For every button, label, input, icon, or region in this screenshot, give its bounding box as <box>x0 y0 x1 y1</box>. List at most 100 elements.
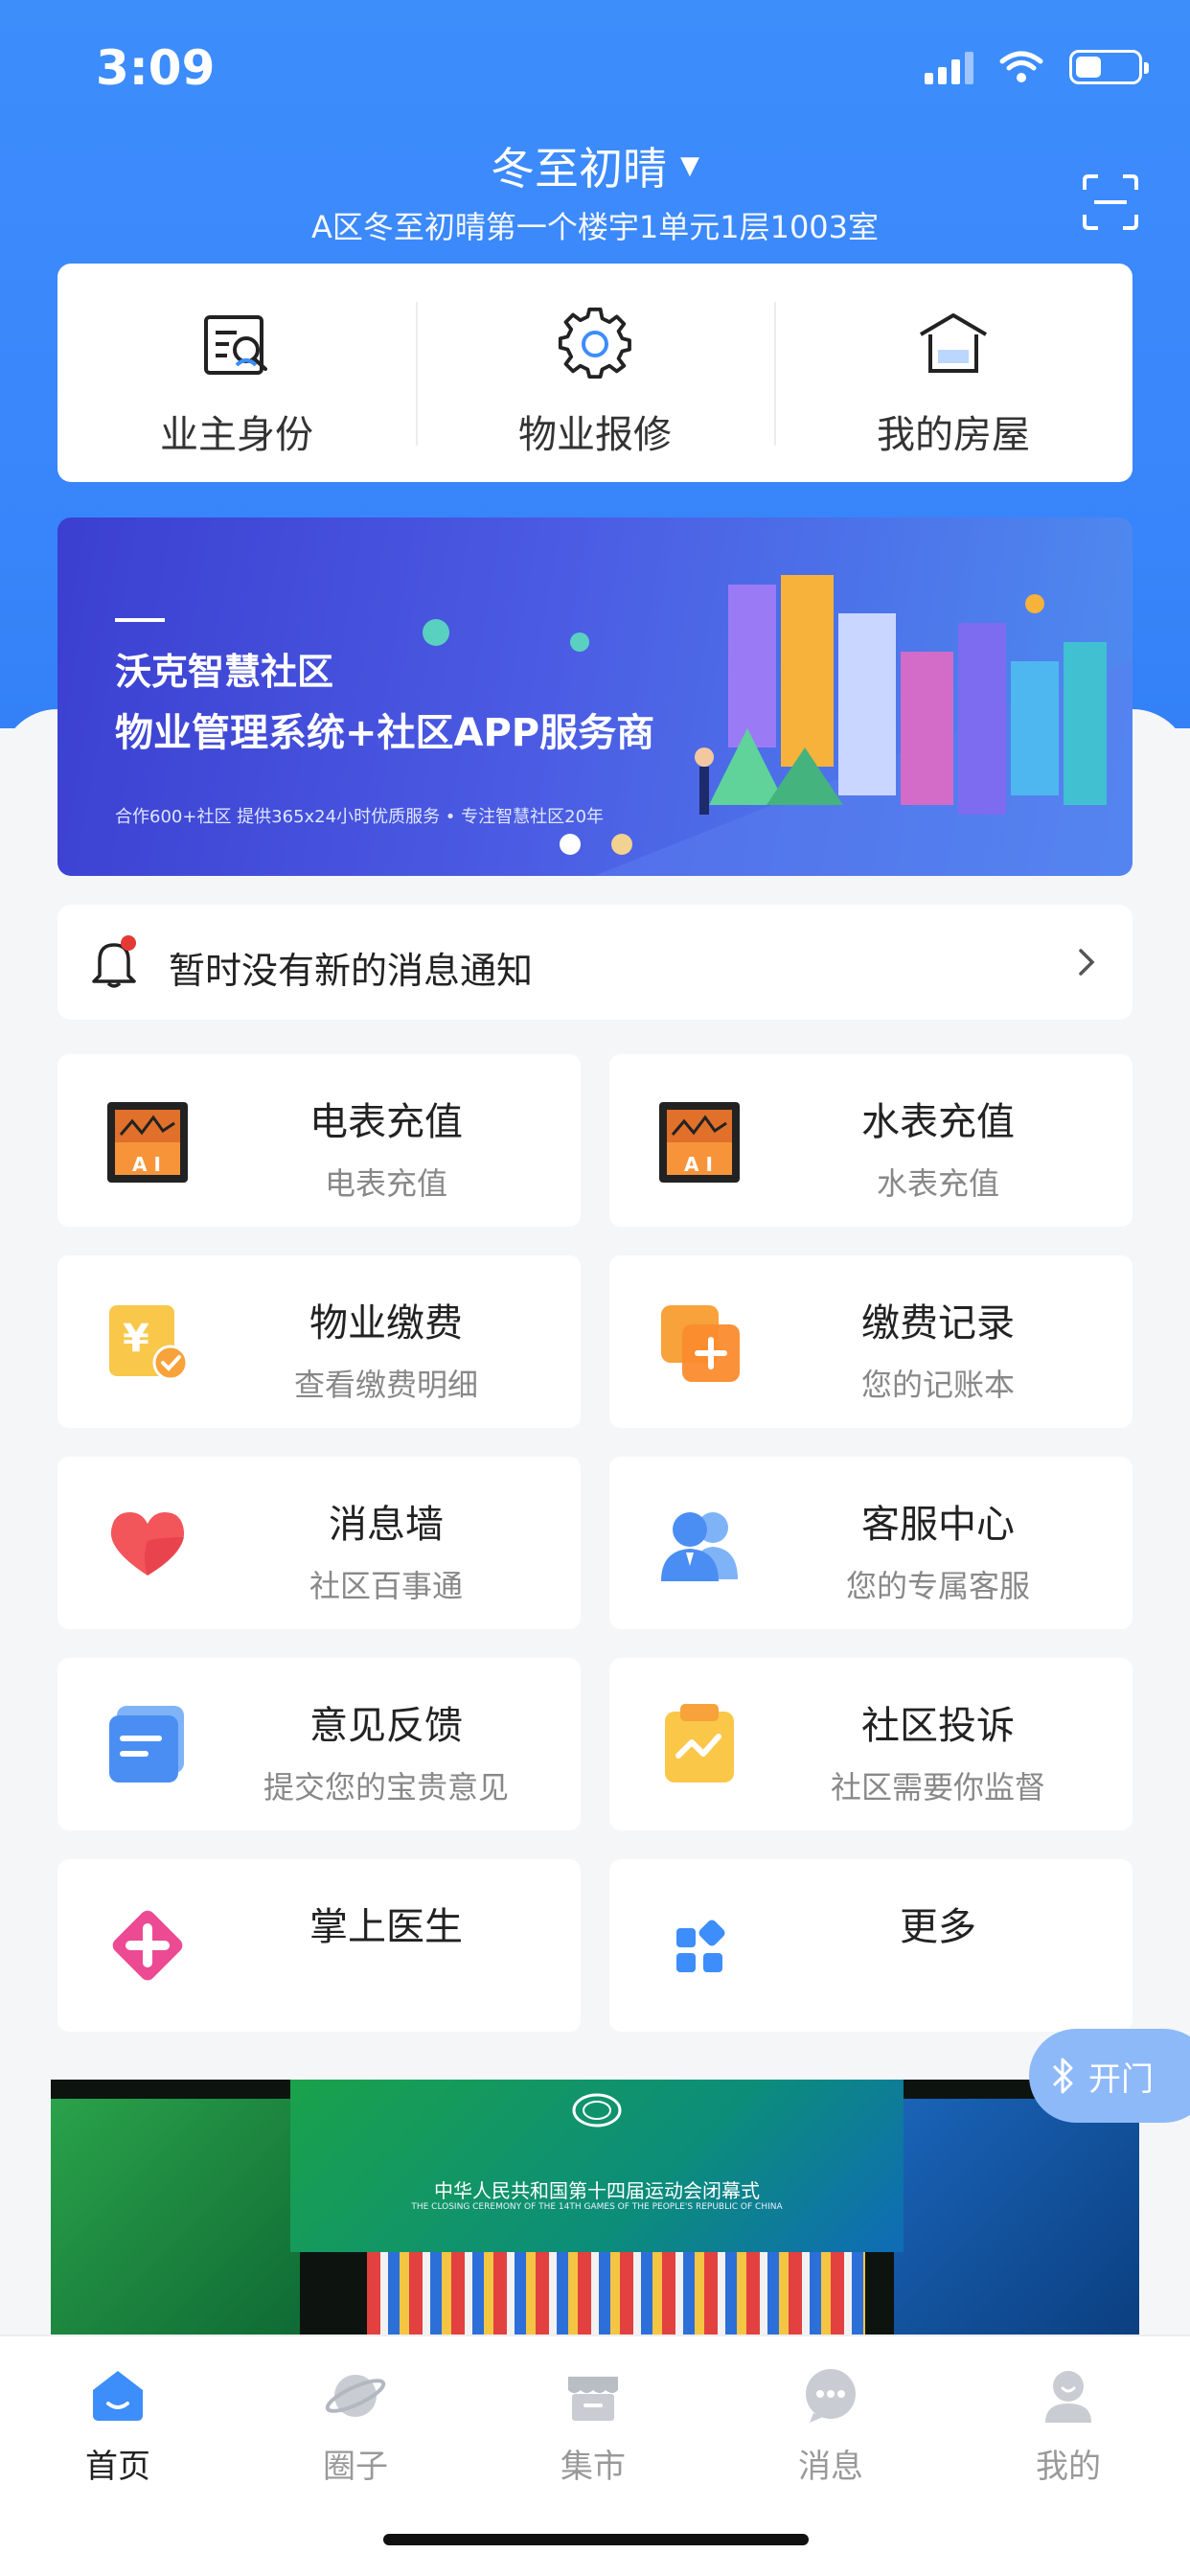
service-payment-records[interactable]: 缴费记录 您的记账本 <box>609 1255 1133 1428</box>
video-title: 中华人民共和国第十四届运动会闭幕式 <box>434 2179 760 2202</box>
home-icon <box>93 2371 143 2421</box>
status-bar: 3:09 <box>0 0 1190 134</box>
address-text: A区冬至初晴第一个楼宇1单元1层1003室 <box>310 209 880 245</box>
service-electric-recharge[interactable]: A I 电表充值 电表充值 <box>57 1054 581 1227</box>
banner-title: 沃克智慧社区 <box>115 651 334 693</box>
quick-actions-card: 业主身份 物业报修 我的房屋 <box>57 264 1133 482</box>
house-icon <box>919 313 988 373</box>
quick-action-label: 物业报修 <box>518 413 672 457</box>
banner-decor-line <box>115 618 165 622</box>
chevron-right-icon <box>1079 949 1095 976</box>
tab-market[interactable]: 集市 <box>516 2365 670 2487</box>
tab-label: 我的 <box>1036 2448 1101 2486</box>
meter-icon: A I <box>107 1102 188 1183</box>
promo-banner[interactable]: 沃克智慧社区 物业管理系统+社区APP服务商 合作600+社区 提供365x24… <box>57 518 1133 876</box>
record-plus-icon <box>661 1305 740 1382</box>
service-subtitle: 电表充值 <box>324 1165 447 1202</box>
stage-screen-left <box>51 2099 300 2338</box>
tab-label: 消息 <box>798 2448 863 2486</box>
yen-check-icon: ¥ <box>109 1305 189 1381</box>
banner-dot[interactable] <box>611 834 632 855</box>
community-name: 冬至初晴 <box>491 143 667 195</box>
video-subtitle: THE CLOSING CEREMONY OF THE 14TH GAMES O… <box>411 2202 783 2212</box>
service-title: 电表充值 <box>309 1100 463 1144</box>
bluetooth-icon <box>1052 2058 1073 2094</box>
service-property-fee[interactable]: ¥ 物业缴费 查看缴费明细 <box>57 1255 581 1428</box>
games-emblem-icon <box>572 2093 622 2128</box>
svg-text:A I: A I <box>132 1153 161 1176</box>
status-time: 3:09 <box>96 40 216 96</box>
clipboard-icon <box>665 1704 734 1782</box>
home-indicator <box>383 2534 809 2545</box>
service-feedback[interactable]: 意见反馈 提交您的宝贵意见 <box>57 1658 581 1830</box>
service-complaint[interactable]: 社区投诉 社区需要你监督 <box>609 1658 1133 1830</box>
open-door-label: 开门 <box>1088 2059 1154 2099</box>
customer-service-icon <box>661 1512 738 1581</box>
wifi-icon <box>999 51 1043 82</box>
service-message-wall[interactable]: 消息墙 社区百事通 <box>57 1457 581 1629</box>
scan-icon[interactable] <box>1081 172 1140 232</box>
quick-action-my-house[interactable]: 我的房屋 <box>774 264 1133 482</box>
service-title: 更多 <box>900 1905 976 1949</box>
feedback-icon <box>109 1706 184 1782</box>
battery-icon <box>1069 50 1149 84</box>
service-subtitle: 查看缴费明细 <box>293 1367 478 1403</box>
quick-action-repair[interactable]: 物业报修 <box>416 264 774 482</box>
banner-dot-active[interactable] <box>560 834 581 855</box>
header: 冬至初晴 ▼ A区冬至初晴第一个楼宇1单元1层1003室 <box>0 134 1190 259</box>
caret-down-icon: ▼ <box>680 151 699 180</box>
service-subtitle: 您的专属客服 <box>845 1568 1030 1604</box>
service-mobile-doctor[interactable]: 掌上医生 <box>57 1859 581 2032</box>
svg-text:¥: ¥ <box>123 1317 149 1361</box>
service-subtitle: 社区百事通 <box>309 1568 463 1604</box>
banner-tagline: 合作600+社区 提供365x24小时优质服务 • 专注智慧社区20年 <box>115 807 605 827</box>
tab-label: 集市 <box>561 2448 626 2486</box>
service-customer-center[interactable]: 客服中心 您的专属客服 <box>609 1457 1133 1629</box>
grid-icon <box>676 1920 725 1972</box>
svg-text:A I: A I <box>684 1153 713 1176</box>
crowd-flags <box>367 2252 865 2338</box>
news-video-thumbnail[interactable]: 中华人民共和国第十四届运动会闭幕式 THE CLOSING CEREMONY O… <box>51 2080 1139 2338</box>
tab-home[interactable]: 首页 <box>41 2365 195 2487</box>
stage-screen-right <box>894 2099 1139 2338</box>
bell-icon <box>92 935 136 988</box>
service-title: 客服中心 <box>861 1503 1015 1547</box>
quick-action-label: 业主身份 <box>160 413 313 457</box>
planet-icon <box>325 2375 386 2417</box>
cellular-signal-icon <box>925 50 973 84</box>
service-title: 社区投诉 <box>861 1704 1015 1748</box>
notification-bar[interactable]: 暂时没有新的消息通知 <box>57 905 1133 1020</box>
tab-label: 首页 <box>85 2448 150 2486</box>
service-title: 意见反馈 <box>309 1704 463 1748</box>
tab-mine[interactable]: 我的 <box>992 2365 1145 2487</box>
gear-icon <box>558 307 631 380</box>
service-subtitle: 您的记账本 <box>860 1367 1015 1403</box>
service-subtitle: 水表充值 <box>876 1165 999 1202</box>
banner-subtitle: 物业管理系统+社区APP服务商 <box>115 711 655 755</box>
id-card-icon <box>204 315 267 375</box>
service-more[interactable]: 更多 <box>609 1859 1133 2032</box>
heart-icon <box>110 1512 185 1576</box>
chat-bubble-icon <box>806 2369 856 2423</box>
meter-icon: A I <box>659 1102 740 1183</box>
service-title: 水表充值 <box>861 1100 1015 1144</box>
quick-action-label: 我的房屋 <box>877 413 1030 457</box>
tab-label: 圈子 <box>323 2448 388 2486</box>
service-subtitle: 提交您的宝贵意见 <box>263 1769 509 1806</box>
quick-action-owner-identity[interactable]: 业主身份 <box>57 264 416 482</box>
service-subtitle: 社区需要你监督 <box>830 1769 1045 1806</box>
service-title: 物业缴费 <box>309 1301 463 1346</box>
medical-cross-icon <box>112 1910 183 1981</box>
community-selector[interactable]: 冬至初晴 ▼ <box>0 134 1190 197</box>
service-title: 缴费记录 <box>861 1301 1015 1346</box>
open-door-button[interactable]: 开门 <box>1029 2029 1190 2123</box>
service-water-recharge[interactable]: A I 水表充值 水表充值 <box>609 1054 1133 1227</box>
service-title: 消息墙 <box>329 1503 444 1547</box>
service-title: 掌上医生 <box>309 1905 463 1949</box>
store-icon <box>568 2377 618 2421</box>
notification-text: 暂时没有新的消息通知 <box>169 950 534 992</box>
status-icons <box>925 50 1149 84</box>
user-icon <box>1045 2371 1091 2423</box>
tab-circle[interactable]: 圈子 <box>279 2365 432 2487</box>
tab-messages[interactable]: 消息 <box>754 2365 907 2487</box>
